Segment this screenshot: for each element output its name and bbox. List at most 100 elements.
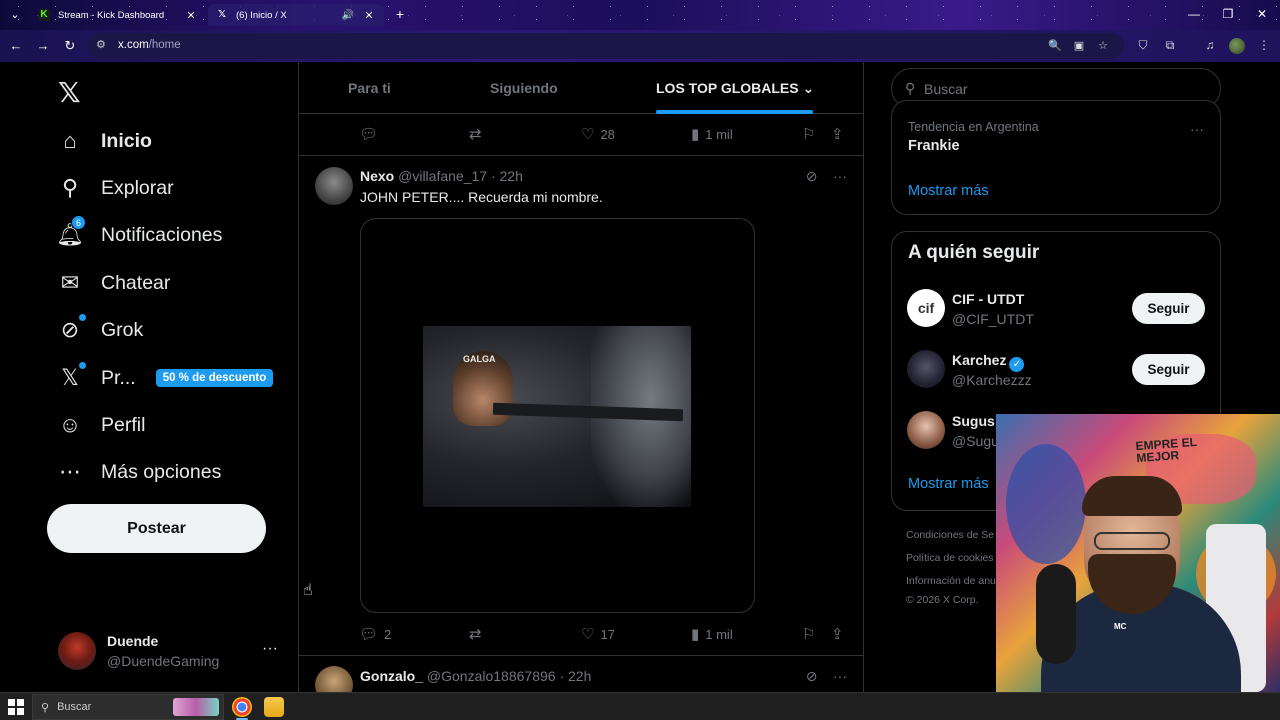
footer-link-ads[interactable]: Información de anu <box>906 575 996 587</box>
video-frame: GALGA <box>423 326 691 507</box>
search-icon: ⚲ <box>905 80 916 96</box>
post-button[interactable]: Postear <box>47 504 266 553</box>
trends-panel: Tendencia en Argentina Frankie ··· Mostr… <box>891 100 1221 215</box>
extensions-icon[interactable]: ⧉ <box>1162 38 1178 53</box>
tweet-author-name[interactable]: Gonzalo_ <box>360 668 423 684</box>
bookmark-button[interactable]: ⚐ <box>802 125 821 143</box>
zoom-icon[interactable]: 🔍 <box>1048 39 1062 52</box>
person-icon: ☺ <box>58 412 82 437</box>
grok-icon[interactable]: ⊘ <box>806 668 818 684</box>
browser-profile-avatar[interactable] <box>1229 38 1245 54</box>
follow-button[interactable]: Seguir <box>1132 354 1205 385</box>
share-button[interactable]: ⇪ <box>831 125 850 143</box>
verified-badge-icon: ✓ <box>1009 357 1025 372</box>
bell-icon: 🔔︎ 6 <box>56 215 86 249</box>
url-text: x.com/home <box>118 39 181 51</box>
trend-name[interactable]: Frankie <box>908 138 960 154</box>
windows-start-icon[interactable] <box>8 699 24 715</box>
media-control-icon[interactable]: ♫ <box>1202 38 1218 52</box>
restore-icon[interactable]: ❐ <box>1218 7 1238 21</box>
chrome-icon[interactable] <box>232 697 252 717</box>
tweet-video[interactable]: GALGA <box>360 218 755 613</box>
tweet-author-name[interactable]: Nexo <box>360 168 394 184</box>
forward-icon[interactable]: → <box>35 38 51 53</box>
sidebar-item-label: Más opciones <box>101 460 222 483</box>
sidebar-item-chatear[interactable]: ✉ Chatear <box>56 263 171 303</box>
follow-suggestion[interactable]: Karchez ✓ @Karchezzz Seguir <box>892 344 1220 394</box>
tweet-time[interactable]: · 22h <box>559 668 591 684</box>
more-icon[interactable]: ··· <box>833 668 847 684</box>
tab-top-globales[interactable]: LOS TOP GLOBALES ⌄ <box>656 80 814 97</box>
browser-tab-x[interactable]: 𝕏 (6) Inicio / X 🔊 ✕ <box>208 4 384 26</box>
address-bar[interactable]: ⚙ x.com/home 🔍 ▣ ☆ <box>88 33 1124 59</box>
share-button[interactable]: ⇪ <box>831 625 850 643</box>
tweet-actions: 💬︎ 2 ⇄ ♡ 17 ▮ 1 mil ⚐ ⇪ <box>359 625 849 645</box>
views-button[interactable]: ▮ 1 mil <box>691 625 733 643</box>
like-button[interactable]: ♡ 17 <box>581 625 615 643</box>
close-icon[interactable]: ✕ <box>184 9 198 22</box>
follow-suggestion[interactable]: cif CIF - UTDT @CIF_UTDT Seguir <box>892 283 1220 333</box>
cast-icon[interactable]: ▣ <box>1072 39 1086 52</box>
avatar[interactable] <box>315 167 353 205</box>
like-button[interactable]: ♡ 28 <box>581 125 615 143</box>
sidebar-item-grok[interactable]: ⊘ Grok <box>56 310 143 350</box>
follow-name-wrap: Karchez ✓ <box>952 352 1025 372</box>
more-icon[interactable]: ··· <box>833 168 847 184</box>
tab-para-ti[interactable]: Para ti <box>348 80 391 96</box>
repost-button[interactable]: ⇄ <box>469 625 488 643</box>
window-close-icon[interactable]: ✕ <box>1252 7 1272 21</box>
browser-tab-strip: ⌄ K Stream - Kick Dashboard ✕ 𝕏 (6) Inic… <box>0 0 1280 30</box>
webcam-overlay: EMPRE EL MEJOR MC <box>996 414 1280 692</box>
reload-icon[interactable]: ↻ <box>62 38 78 54</box>
browser-tab-kick[interactable]: K Stream - Kick Dashboard ✕ <box>30 4 206 26</box>
tweet-time[interactable]: · 22h <box>491 168 523 184</box>
x-logo[interactable]: 𝕏 <box>58 76 81 109</box>
file-explorer-icon[interactable] <box>264 697 284 717</box>
taskbar-search-input[interactable]: ⚲ Buscar <box>32 694 224 720</box>
sidebar-item-mas-opciones[interactable]: ⋯ Más opciones <box>56 452 221 492</box>
show-more-link[interactable]: Mostrar más <box>908 183 989 199</box>
speaker-icon[interactable]: 🔊 <box>342 10 354 21</box>
tab-siguiendo[interactable]: Siguiendo <box>490 80 558 96</box>
views-button[interactable]: ▮ 1 mil <box>691 125 733 143</box>
search-placeholder: Buscar <box>924 81 968 97</box>
reply-button[interactable]: 💬︎ <box>359 125 384 143</box>
repost-icon: ⇄ <box>469 626 482 643</box>
reply-count: 2 <box>384 626 392 642</box>
reply-button[interactable]: 💬︎ 2 <box>359 625 391 643</box>
grok-icon[interactable]: ⊘ <box>806 168 818 184</box>
new-tab-button[interactable]: + <box>392 6 408 22</box>
bookmark-button[interactable]: ⚐ <box>802 625 821 643</box>
sidebar-item-premium[interactable]: 𝕏 Pr... 50 % de descuento <box>56 358 274 398</box>
tweet-author-handle[interactable]: @villafane_17 <box>398 168 487 184</box>
browser-menu-icon[interactable]: ⋮ <box>1256 38 1272 52</box>
video-cap-text: GALGA <box>463 354 496 364</box>
back-icon[interactable]: ← <box>8 38 24 53</box>
follow-button[interactable]: Seguir <box>1132 293 1205 324</box>
minimize-icon[interactable]: — <box>1184 7 1204 21</box>
account-name: Duende <box>107 633 159 649</box>
sidebar-item-perfil[interactable]: ☺ Perfil <box>56 405 146 445</box>
footer-link-cookies[interactable]: Política de cookies <box>906 552 994 564</box>
avatar[interactable] <box>315 666 353 692</box>
site-info-icon[interactable]: ⚙ <box>96 38 106 51</box>
show-more-link[interactable]: Mostrar más <box>908 476 989 492</box>
sidebar-item-notificaciones[interactable]: 🔔︎ 6 Notificaciones <box>56 215 222 255</box>
sidebar-item-explorar[interactable]: ⚲ Explorar <box>56 168 174 208</box>
view-count: 1 mil <box>705 126 733 142</box>
sidebar-item-inicio[interactable]: ⌂ Inicio <box>56 121 152 161</box>
extension-shield-icon[interactable]: ⛉ <box>1135 38 1151 53</box>
tweet-author-handle[interactable]: @Gonzalo18867896 <box>427 668 556 684</box>
hand-cursor-icon: ☝ <box>303 582 313 599</box>
bookmark-star-icon[interactable]: ☆ <box>1096 39 1110 52</box>
tab-search-icon[interactable]: ⌄ <box>6 6 24 24</box>
more-icon[interactable]: ··· <box>1190 121 1204 137</box>
account-switcher[interactable]: Duende @DuendeGaming ··· <box>58 630 288 674</box>
close-icon[interactable]: ✕ <box>362 9 376 22</box>
footer-link-terms[interactable]: Condiciones de Se <box>906 529 994 541</box>
grok-icon: ⊘ <box>56 314 86 344</box>
divider <box>299 655 863 656</box>
repost-button[interactable]: ⇄ <box>469 125 488 143</box>
more-icon[interactable]: ··· <box>262 640 278 658</box>
share-icon: ⇪ <box>831 626 844 643</box>
